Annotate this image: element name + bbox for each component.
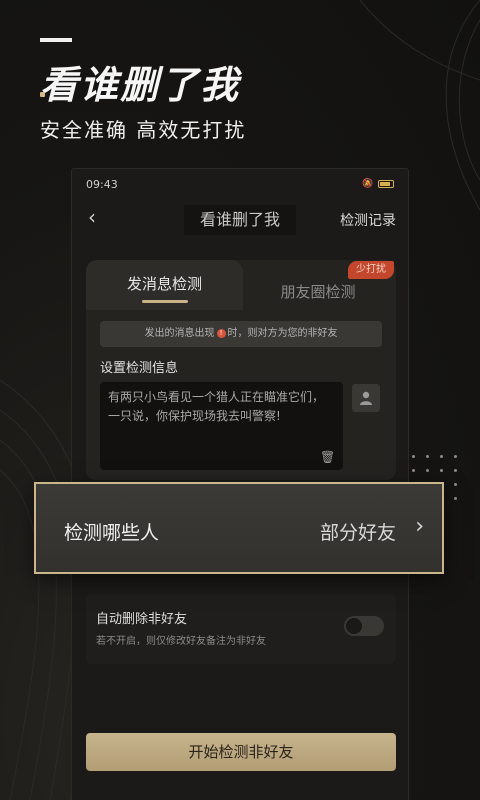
detect-message-field[interactable]: 有两只小鸟看见一个猎人正在瞄准它们，一只说，你保护现场我去叫警察!: [100, 382, 343, 470]
auto-delete-section: 自动删除非好友 若不开启，则仅修改好友备注为非好友: [86, 594, 396, 664]
promo-subhead: 安全准确 高效无打扰: [40, 118, 247, 142]
warning-icon: !: [216, 328, 226, 338]
headline-accent-dot: [40, 92, 45, 97]
promo-screen: 看谁删了我 安全准确 高效无打扰 09:43 🔕 ‹ 看谁删了我 检测记录 发消…: [0, 0, 480, 800]
auto-delete-desc: 若不开启，则仅修改好友备注为非好友: [96, 636, 266, 647]
auto-delete-toggle[interactable]: [344, 616, 384, 636]
navbar: ‹ 看谁删了我 检测记录: [72, 199, 408, 239]
chevron-left-icon[interactable]: ‹: [88, 205, 96, 229]
battery-icon: [378, 180, 394, 188]
person-icon: [360, 391, 372, 405]
tab-moments[interactable]: 朋友圈检测: [243, 281, 393, 302]
detect-targets-label: 检测哪些人: [64, 522, 160, 544]
less-disturb-badge: 少打扰: [348, 261, 394, 279]
tab-send-message-label[interactable]: 发消息检测: [86, 273, 243, 294]
detect-targets-value: 部分好友: [319, 522, 396, 544]
chevron-right-icon: ›: [415, 514, 424, 539]
trash-icon[interactable]: 🗑: [320, 450, 335, 464]
detection-notice: 发出的消息出现! 时，则对方为您的非好友: [100, 321, 382, 347]
nav-title: 看谁删了我: [184, 205, 296, 235]
detect-info-label: 设置检测信息: [100, 361, 179, 376]
status-icons: 🔕: [362, 179, 394, 189]
notice-text-after: 时，则对方为您的非好友: [227, 328, 338, 339]
headline-accent-bar: [40, 38, 72, 42]
auto-delete-title: 自动删除非好友: [96, 612, 188, 627]
status-time: 09:43: [86, 178, 118, 191]
detect-targets-row[interactable]: 检测哪些人 部分好友 ›: [34, 482, 444, 574]
detection-history-link[interactable]: 检测记录: [340, 210, 396, 230]
tab-active-indicator: [142, 300, 188, 303]
mute-icon: 🔕: [362, 179, 374, 189]
notice-text-before: 发出的消息出现: [144, 328, 215, 339]
start-detect-button[interactable]: 开始检测非好友: [86, 733, 396, 771]
contact-avatar-button[interactable]: [352, 384, 380, 412]
promo-headline: 看谁删了我: [40, 63, 241, 107]
toggle-knob: [346, 618, 362, 634]
